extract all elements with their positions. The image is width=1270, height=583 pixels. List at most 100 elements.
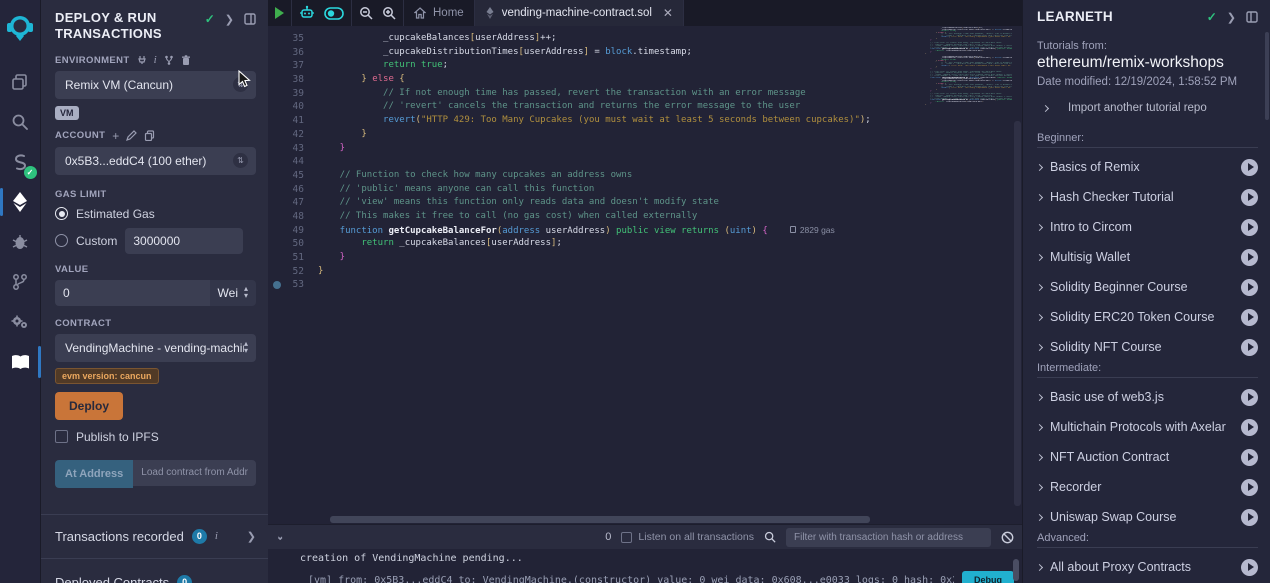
tutorial-play-button[interactable] [1241, 389, 1258, 406]
line-number-gutter[interactable]: 46 [268, 183, 318, 197]
tutorial-item[interactable]: Basics of Remix [1037, 152, 1258, 182]
listen-checkbox[interactable] [621, 532, 632, 543]
tutorial-play-button[interactable] [1241, 479, 1258, 496]
code-line[interactable]: 51 } [268, 251, 925, 265]
solidity-compiler-icon[interactable]: ✓ [0, 142, 41, 182]
panel-chevron-icon[interactable]: ❯ [225, 13, 234, 26]
code-line[interactable]: 36 _cupcakeDistributionTimes[userAddress… [268, 46, 925, 60]
tutorial-play-button[interactable] [1241, 159, 1258, 176]
plug-icon[interactable] [137, 55, 147, 65]
listen-all-transactions[interactable]: Listen on all transactions [621, 531, 754, 543]
estimated-gas-option[interactable]: Estimated Gas [55, 207, 256, 221]
code-line[interactable]: 47 // 'view' means this function only re… [268, 196, 925, 210]
deploy-run-icon[interactable] [0, 182, 41, 222]
debugger-icon[interactable] [0, 222, 41, 262]
tab-file[interactable]: vending-machine-contract.sol ✕ [474, 0, 684, 26]
horizontal-scroll-thumb[interactable] [330, 516, 870, 523]
tutorial-play-button[interactable] [1241, 449, 1258, 466]
tutorial-item[interactable]: Solidity NFT Course [1037, 332, 1258, 362]
value-input[interactable] [55, 280, 210, 306]
line-number-gutter[interactable]: 38 [268, 73, 318, 87]
zoom-out-icon[interactable] [359, 6, 373, 20]
tutorial-play-button[interactable] [1241, 509, 1258, 526]
tab-home[interactable]: Home [404, 0, 474, 26]
tutorial-play-button[interactable] [1241, 309, 1258, 326]
tutorial-item[interactable]: Solidity Beginner Course [1037, 272, 1258, 302]
plugin-manager-icon[interactable] [0, 302, 41, 342]
at-address-input[interactable] [133, 460, 256, 486]
close-tab-icon[interactable]: ✕ [663, 6, 673, 20]
terminal-collapse-icon[interactable]: ⌄⌄ [276, 535, 282, 539]
code-line[interactable]: 42 } [268, 128, 925, 142]
line-number-gutter[interactable]: 41 [268, 114, 318, 128]
custom-gas-radio[interactable] [55, 234, 68, 247]
learneth-chevron-icon[interactable]: ❯ [1227, 11, 1236, 24]
tutorial-item[interactable]: Solidity ERC20 Token Course [1037, 302, 1258, 332]
line-number-gutter[interactable]: 53 [268, 278, 318, 292]
transaction-filter-input[interactable] [786, 528, 991, 547]
environment-info-icon[interactable]: i [154, 55, 157, 66]
zoom-in-icon[interactable] [382, 6, 396, 20]
editor-vertical-scrollbar[interactable] [1014, 121, 1021, 506]
contract-select[interactable]: VendingMachine - vending-machin ▴▾ [55, 334, 256, 362]
line-number-gutter[interactable]: 50 [268, 237, 318, 251]
tutorial-item[interactable]: Intro to Circom [1037, 212, 1258, 242]
tutorial-play-button[interactable] [1241, 189, 1258, 206]
line-number-gutter[interactable]: 49 [268, 224, 318, 238]
code-line[interactable]: 41 revert("HTTP 429: Too Many Cupcakes (… [268, 114, 925, 128]
line-number-gutter[interactable]: 40 [268, 100, 318, 114]
tutorial-item[interactable]: NFT Auction Contract [1037, 442, 1258, 472]
terminal-scrollbar[interactable] [1013, 559, 1019, 581]
line-number-gutter[interactable]: 47 [268, 196, 318, 210]
tutorial-item[interactable]: Multisig Wallet [1037, 242, 1258, 272]
minimap[interactable]: _cupcakeBalances[userAddress]++; _cupcak… [925, 27, 1012, 507]
environment-select[interactable]: Remix VM (Cancun) ⇅ [55, 71, 256, 99]
remix-logo[interactable] [0, 8, 41, 48]
publish-ipfs-option[interactable]: Publish to IPFS [55, 430, 256, 444]
estimated-gas-radio[interactable] [55, 207, 68, 220]
tutorial-item[interactable]: Basic use of web3.js [1037, 382, 1258, 412]
editor-horizontal-scrollbar[interactable] [268, 515, 1022, 524]
line-number-gutter[interactable]: 39 [268, 87, 318, 101]
account-select[interactable]: 0x5B3...eddC4 (100 ether) ⇅ [55, 147, 256, 175]
copilot-toggle-icon[interactable] [324, 7, 344, 20]
code-line[interactable]: 46 // 'public' means anyone can call thi… [268, 183, 925, 197]
account-dropdown-icon[interactable]: ⇅ [233, 153, 248, 168]
code-line[interactable]: 48 // This makes it free to call (no gas… [268, 210, 925, 224]
tutorial-play-button[interactable] [1241, 279, 1258, 296]
code-line[interactable]: 43 } [268, 142, 925, 156]
line-number-gutter[interactable]: 48 [268, 210, 318, 224]
line-number-gutter[interactable]: 37 [268, 59, 318, 73]
tutorial-item[interactable]: Hash Checker Tutorial [1037, 182, 1258, 212]
file-explorer-icon[interactable] [0, 62, 41, 102]
code-line[interactable]: 52} [268, 265, 925, 279]
code-line[interactable]: 50 return _cupcakeBalances[userAddress]; [268, 237, 925, 251]
line-number-gutter[interactable]: 52 [268, 265, 318, 279]
line-number-gutter[interactable]: 43 [268, 142, 318, 156]
tutorial-play-button[interactable] [1241, 339, 1258, 356]
learneth-scrollbar[interactable] [1265, 32, 1269, 120]
tutorial-play-button[interactable] [1241, 219, 1258, 236]
code-line[interactable]: 45 // Function to check how many cupcake… [268, 169, 925, 183]
tutorial-item[interactable]: Recorder [1037, 472, 1258, 502]
tutorial-item[interactable]: All about Proxy Contracts [1037, 552, 1258, 582]
add-account-icon[interactable]: + [112, 130, 119, 142]
at-address-button[interactable]: At Address [55, 460, 133, 488]
tutorial-item[interactable]: Multichain Protocols with Axelar [1037, 412, 1258, 442]
transactions-info-icon[interactable]: i [215, 530, 218, 542]
code-line[interactable]: 49 function getCupcakeBalanceFor(address… [268, 224, 925, 238]
transactions-recorded-section[interactable]: Transactions recorded 0 i ❯ [41, 514, 268, 558]
import-tutorial-repo[interactable]: Import another tutorial repo [1037, 102, 1258, 114]
code-line[interactable]: 38 } else { [268, 73, 925, 87]
line-number-gutter[interactable]: 36 [268, 46, 318, 60]
tutorial-item[interactable]: Uniswap Swap Course [1037, 502, 1258, 532]
code-line[interactable]: 53 [268, 278, 925, 292]
learneth-pin-icon[interactable] [1246, 11, 1258, 23]
code-line[interactable]: 44 [268, 155, 925, 169]
copy-address-icon[interactable] [144, 130, 155, 141]
clear-console-icon[interactable] [1001, 531, 1014, 544]
debug-button[interactable]: Debug [962, 571, 1014, 583]
git-icon[interactable] [0, 262, 41, 302]
breakpoint-dot[interactable] [273, 281, 281, 289]
code-line[interactable]: 39 // If not enough time has passed, rev… [268, 87, 925, 101]
